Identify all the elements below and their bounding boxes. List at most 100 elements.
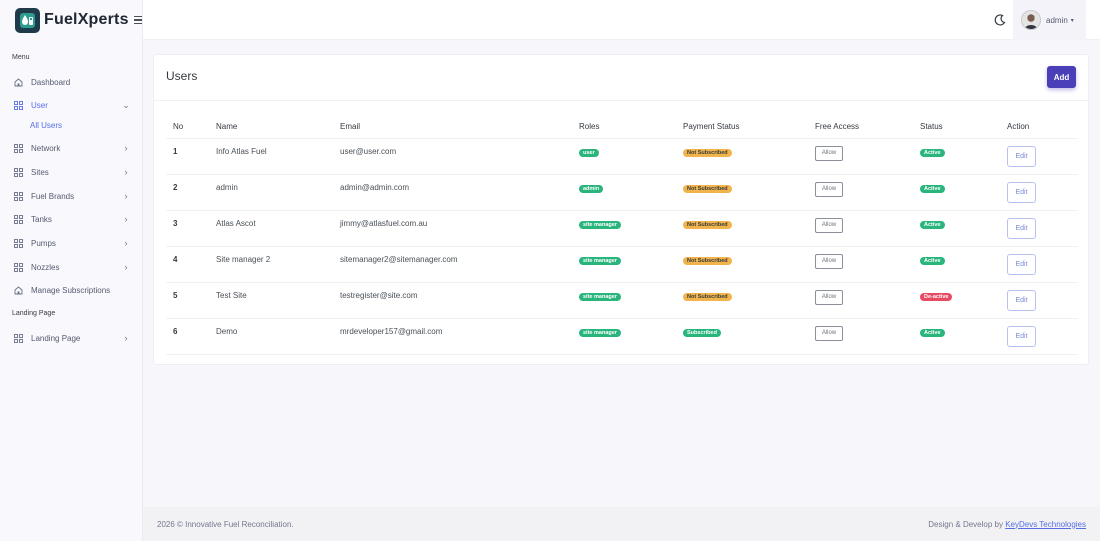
- user-name-cell: Info Atlas Fuel: [209, 138, 333, 175]
- role-badge: site manager: [579, 256, 621, 265]
- user-dropdown[interactable]: admin ▾: [1013, 0, 1086, 40]
- home-icon: [14, 77, 23, 87]
- user-email-cell: admin@admin.com: [333, 174, 572, 211]
- allow-free-access-button[interactable]: Allow: [815, 145, 843, 161]
- grid-icon: [14, 214, 23, 224]
- user-name: admin: [1046, 15, 1068, 25]
- sidebar-subitem-all-users[interactable]: All Users: [30, 119, 62, 133]
- add-user-button[interactable]: Add: [1047, 66, 1076, 88]
- status-cell: Active: [913, 210, 1000, 247]
- sidebar-item-dashboard[interactable]: Dashboard: [0, 73, 143, 91]
- row-number: 1: [166, 138, 209, 175]
- column-header-payment-status: Payment Status: [676, 116, 808, 139]
- sidebar-item-label: Nozzles: [31, 262, 60, 272]
- user-email-cell: user@user.com: [333, 138, 572, 175]
- status-badge: Active: [920, 256, 945, 265]
- status-cell: De-active: [913, 282, 1000, 319]
- chevron-right-icon: ›: [124, 262, 128, 272]
- edit-user-button[interactable]: Edit: [1007, 217, 1036, 239]
- footer-copyright: 2026 © Innovative Fuel Reconciliation.: [157, 519, 294, 529]
- edit-user-button[interactable]: Edit: [1007, 289, 1036, 311]
- status-badge: De-active: [920, 292, 953, 301]
- user-name-cell: admin: [209, 174, 333, 211]
- sidebar-item-label: Tanks: [31, 214, 52, 224]
- sidebar-item-user[interactable]: User ⌄: [0, 96, 143, 114]
- chevron-down-icon: ▾: [1070, 17, 1074, 24]
- table-row: 1 Info Atlas Fuel user@user.com user Not Sub…: [166, 138, 1078, 175]
- sidebar-item-tanks[interactable]: Tanks ›: [0, 210, 143, 228]
- payment-status-badge: Not Subscribed: [683, 256, 732, 265]
- user-name-cell: Test Site: [209, 282, 333, 319]
- status-badge: Active: [920, 148, 945, 157]
- footer-credit-link[interactable]: KeyDevs Technologies: [1005, 520, 1086, 529]
- allow-free-access-button[interactable]: Allow: [815, 289, 843, 305]
- column-header-name: Name: [209, 116, 333, 139]
- user-email-cell: testregister@site.com: [333, 282, 572, 319]
- sidebar-item-label: User: [31, 100, 48, 110]
- dark-mode-moon-icon[interactable]: [993, 13, 1007, 27]
- edit-user-button[interactable]: Edit: [1007, 253, 1036, 275]
- role-cell: admin: [572, 174, 676, 211]
- edit-user-button[interactable]: Edit: [1007, 181, 1036, 203]
- allow-free-access-button[interactable]: Allow: [815, 217, 843, 233]
- grid-icon: [14, 100, 23, 110]
- payment-status-badge: Not Subscribed: [683, 292, 732, 301]
- sidebar-item-manage-subscriptions[interactable]: Manage Subscriptions: [0, 281, 143, 299]
- hamburger-menu-icon[interactable]: [133, 15, 142, 25]
- status-cell: Active: [913, 318, 1000, 355]
- grid-icon: [14, 238, 23, 248]
- sidebar-item-pumps[interactable]: Pumps ›: [0, 234, 143, 252]
- status-badge: Active: [920, 328, 945, 337]
- chevron-right-icon: ›: [124, 238, 128, 248]
- payment-status-badge: Not Subscribed: [683, 148, 732, 157]
- allow-free-access-button[interactable]: Allow: [815, 325, 843, 341]
- row-number: 4: [166, 246, 209, 283]
- action-cell: Edit: [1000, 210, 1078, 247]
- sidebar-item-label: Dashboard: [31, 77, 71, 87]
- role-badge: site manager: [579, 328, 621, 337]
- avatar: [1021, 10, 1041, 30]
- sidebar-item-nozzles[interactable]: Nozzles ›: [0, 258, 143, 276]
- status-cell: Active: [913, 174, 1000, 211]
- action-cell: Edit: [1000, 282, 1078, 319]
- free-access-cell: Allow: [808, 174, 913, 211]
- brand[interactable]: FuelXperts: [0, 0, 142, 40]
- sidebar-item-landing-page[interactable]: Landing Page ›: [0, 329, 143, 347]
- sidebar-item-sites[interactable]: Sites ›: [0, 163, 143, 181]
- role-badge: site manager: [579, 220, 621, 229]
- free-access-cell: Allow: [808, 138, 913, 175]
- chevron-right-icon: ›: [124, 191, 128, 201]
- role-badge: admin: [579, 184, 604, 193]
- chevron-down-icon: ⌄: [122, 99, 130, 110]
- edit-user-button[interactable]: Edit: [1007, 325, 1036, 347]
- user-email-cell: jimmy@atlasfuel.com.au: [333, 210, 572, 247]
- role-cell: user: [572, 138, 676, 175]
- footer-credit: Design & Develop by KeyDevs Technologies: [928, 520, 1086, 529]
- payment-cell: Not Subscribed: [676, 138, 808, 175]
- allow-free-access-button[interactable]: Allow: [815, 253, 843, 269]
- grid-icon: [14, 191, 23, 201]
- action-cell: Edit: [1000, 174, 1078, 211]
- sidebar-item-label: Pumps: [31, 238, 56, 248]
- row-number: 3: [166, 210, 209, 247]
- sidebar-item-network[interactable]: Network ›: [0, 139, 143, 157]
- sidebar-item-fuel-brands[interactable]: Fuel Brands ›: [0, 187, 143, 205]
- status-cell: Active: [913, 138, 1000, 175]
- user-email-cell: mrdeveloper157@gmail.com: [333, 318, 572, 355]
- status-badge: Active: [920, 220, 945, 229]
- allow-free-access-button[interactable]: Allow: [815, 181, 843, 197]
- topbar: admin ▾: [143, 0, 1100, 40]
- grid-icon: [14, 262, 23, 272]
- sidebar-item-label: Manage Subscriptions: [31, 285, 111, 295]
- action-cell: Edit: [1000, 318, 1078, 355]
- sidebar-item-label: Network: [31, 143, 61, 153]
- payment-status-badge: Subscribed: [683, 328, 721, 337]
- table-row: 3 Atlas Ascot jimmy@atlasfuel.com.au site m…: [166, 210, 1078, 247]
- role-cell: site manager: [572, 210, 676, 247]
- row-number: 2: [166, 174, 209, 211]
- menu-section-title: Menu: [12, 54, 30, 61]
- user-name-cell: Site manager 2: [209, 246, 333, 283]
- table-header-row: No Name Email Roles Payment Status Free Acces…: [166, 116, 1078, 139]
- edit-user-button[interactable]: Edit: [1007, 145, 1036, 167]
- card-header: Users Add: [154, 55, 1088, 101]
